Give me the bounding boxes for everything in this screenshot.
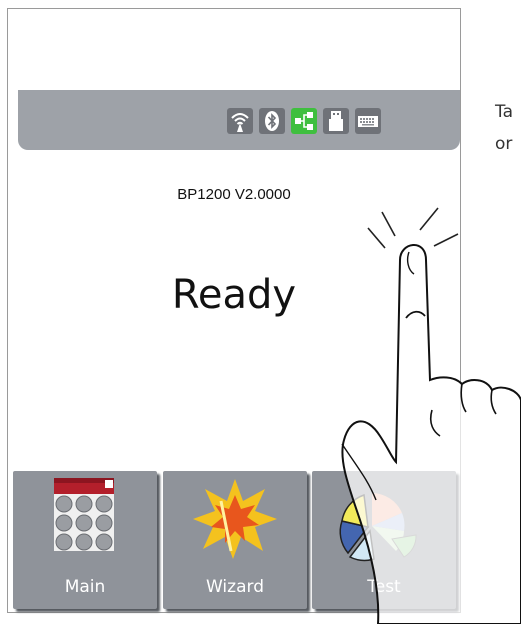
status-bar [18, 90, 460, 150]
wizard-tile-label: Wizard [206, 577, 264, 597]
keyboard-icon[interactable] [355, 108, 381, 134]
side-caption: Ta or [495, 96, 513, 160]
main-tile-label: Main [64, 577, 106, 597]
tapping-hand-icon [341, 207, 521, 624]
grid-calendar-icon [54, 478, 114, 551]
starburst-icon [193, 479, 277, 559]
bluetooth-icon[interactable] [259, 108, 285, 134]
side-caption-line2: or [495, 134, 513, 154]
usb-icon[interactable] [323, 108, 349, 134]
main-tile[interactable]: Main [13, 471, 157, 609]
side-caption-line1: Ta [495, 102, 513, 122]
wireless-icon[interactable] [227, 108, 253, 134]
network-icon[interactable] [291, 108, 317, 134]
wizard-tile[interactable]: Wizard [163, 471, 307, 609]
